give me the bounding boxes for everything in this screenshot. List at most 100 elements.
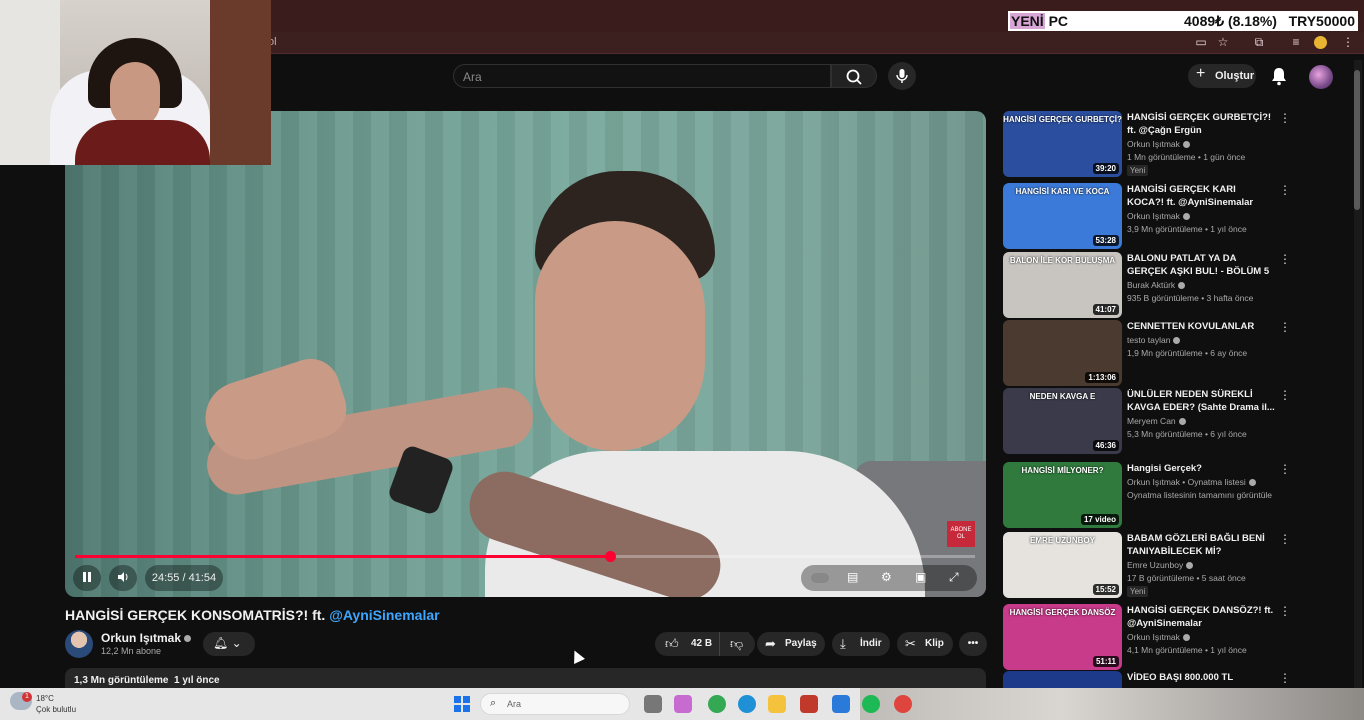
recommendation-channel[interactable]: Meryem Can	[1127, 416, 1186, 426]
reading-list-icon[interactable]: ≡	[1288, 35, 1304, 49]
app-icon[interactable]	[800, 695, 818, 713]
recommendation-title[interactable]: HANGİSİ GERÇEK DANSÖZ?! ft. @AyniSinemal…	[1127, 604, 1275, 630]
recommendation-meta: 1,9 Mn görüntüleme • 6 ay önce	[1127, 348, 1248, 358]
recommendation-title[interactable]: Hangisi Gerçek?	[1127, 462, 1275, 475]
volume-button[interactable]	[109, 565, 137, 591]
recommendation-channel[interactable]: Orkun Işıtmak	[1127, 632, 1190, 642]
recommendation-item[interactable]: HANGİSİ GERÇEK GURBETÇİ? 39:20 HANGİSİ GER…	[1003, 111, 1348, 177]
more-options-icon[interactable]: ⋮	[1279, 671, 1291, 685]
pause-button[interactable]	[73, 565, 101, 591]
mention-link[interactable]: @AyniSinemalar	[329, 607, 439, 623]
bookmark-star-icon[interactable]: ☆	[1215, 35, 1231, 49]
task-view-icon[interactable]	[644, 695, 662, 713]
recommendation-channel[interactable]: Orkun Işıtmak	[1127, 211, 1190, 221]
chat-icon[interactable]	[832, 695, 850, 713]
page-scrollbar[interactable]	[1354, 60, 1362, 690]
recommendation-title[interactable]: VİDEO BAŞI 800.000 TL	[1127, 671, 1275, 684]
recommendation-item[interactable]: BALON İLE KÖR BULUŞMA 41:07 BALONU PATLAT …	[1003, 252, 1348, 318]
download-button[interactable]: ⤓ İndir	[832, 632, 890, 656]
recommendation-channel[interactable]: testo taylan	[1127, 335, 1181, 345]
progress-scrubber[interactable]	[604, 551, 616, 562]
thumbnail[interactable]: HANGİSİ MİLYONER? 17 video	[1003, 462, 1122, 528]
video-player[interactable]: ABONE OL 24:55 / 41:54 ▤ ⚙ ▣ ⤢	[65, 111, 986, 597]
profile-icon[interactable]	[1314, 36, 1327, 49]
notifications-bell-icon[interactable]	[1270, 66, 1288, 86]
more-options-icon[interactable]: ⋮	[1279, 111, 1291, 125]
search-input[interactable]: Ara	[453, 64, 831, 88]
search-button[interactable]	[831, 64, 877, 88]
recommendation-title[interactable]: BABAM GÖZLERİ BAĞLI BENİ TANIYABİLECEK M…	[1127, 532, 1275, 558]
dislike-button[interactable]: 👎︎	[719, 632, 755, 656]
app-icon[interactable]	[674, 695, 692, 713]
recommendation-item[interactable]: 1:13:06 CENNETTEN KOVULANLAR testo taylan 1…	[1003, 320, 1348, 386]
recommendation-title[interactable]: HANGİSİ GERÇEK KARI KOCA?! ft. @AyniSine…	[1127, 183, 1275, 209]
channel-name[interactable]: Orkun Işıtmak	[101, 631, 192, 645]
more-options-icon[interactable]: ⋮	[1279, 604, 1291, 618]
scrollbar-thumb[interactable]	[1354, 70, 1360, 210]
subtitles-icon[interactable]: ▤	[847, 570, 858, 584]
miniplayer-icon[interactable]: ▣	[915, 570, 926, 584]
subscription-bell-button[interactable]: 🔔︎ ⌄	[203, 632, 255, 656]
more-options-icon[interactable]: ⋮	[1279, 532, 1291, 546]
recommendation-item[interactable]: NEDEN KAVGA E 46:36 ÜNLÜLER NEDEN SÜREKLİ …	[1003, 388, 1348, 454]
view-count: 1,3 Mn görüntüleme	[74, 675, 169, 686]
thumbnail[interactable]: 1:13:06	[1003, 320, 1122, 386]
recommendation-channel[interactable]: Emre Uzunboy	[1127, 560, 1194, 570]
duration-badge: 46:36	[1092, 440, 1119, 451]
edge-icon[interactable]	[738, 695, 756, 713]
thumbnail[interactable]: HANGİSİ KARI VE KOCA 53:28	[1003, 183, 1122, 249]
head	[535, 221, 705, 451]
recommendation-item[interactable]: HANGİSİ MİLYONER? 17 video Hangisi Gerçek?…	[1003, 462, 1348, 528]
settings-gear-icon[interactable]: ⚙	[881, 570, 892, 584]
recommendation-title[interactable]: CENNETTEN KOVULANLAR	[1127, 320, 1275, 333]
cast-icon[interactable]: ▭	[1193, 35, 1209, 49]
browser-menu-icon[interactable]: ⋮	[1340, 35, 1356, 49]
progress-bar[interactable]	[75, 551, 975, 562]
recommendation-title[interactable]: BALONU PATLAT YA DA GERÇEK AŞKI BUL! - B…	[1127, 252, 1275, 278]
recommendation-meta: 17 B görüntüleme • 5 saat önce	[1127, 573, 1246, 583]
recommendation-item[interactable]: HANGİSİ KARI VE KOCA 53:28 HANGİSİ GERÇEK …	[1003, 183, 1348, 249]
autoplay-toggle[interactable]	[811, 573, 829, 583]
thumbnail[interactable]: BALON İLE KÖR BULUŞMA 41:07	[1003, 252, 1122, 318]
recommendation-channel[interactable]: Orkun Işıtmak • Oynatma listesi	[1127, 477, 1256, 487]
taskbar-search[interactable]: ⌕ Ara	[480, 693, 630, 715]
more-options-icon[interactable]: ⋮	[1279, 183, 1291, 197]
create-button[interactable]: + Oluştur	[1188, 64, 1256, 88]
channel-avatar[interactable]	[65, 630, 93, 658]
weather-widget[interactable]: 18°C Çok bulutlu	[36, 693, 76, 715]
pause-icon	[83, 572, 91, 582]
fullscreen-icon[interactable]: ⤢	[949, 570, 959, 585]
more-options-icon[interactable]: ⋮	[1279, 388, 1291, 402]
duration-badge: 17 video	[1080, 514, 1119, 525]
notification-badge: 1	[22, 692, 32, 702]
recommendation-item[interactable]: EMRE UZUNBOY 15:52 BABAM GÖZLERİ BAĞLI BEN…	[1003, 532, 1348, 598]
voice-search-button[interactable]	[888, 62, 916, 90]
clip-button[interactable]: ✂ Klip	[897, 632, 953, 656]
more-options-icon[interactable]: ⋮	[1279, 320, 1291, 334]
thumbnail[interactable]: HANGİSİ GERÇEK DANSÖZ 51:11	[1003, 604, 1122, 670]
more-actions-button[interactable]: •••	[959, 632, 987, 656]
windows-start-icon[interactable]	[454, 696, 470, 712]
share-button[interactable]: ➦ Paylaş	[757, 632, 825, 656]
extensions-icon[interactable]: ⧉	[1251, 35, 1267, 50]
account-avatar[interactable]	[1309, 65, 1333, 89]
thumbnail[interactable]: NEDEN KAVGA E 46:36	[1003, 388, 1122, 454]
subscribe-watermark[interactable]: ABONE OL	[947, 521, 975, 547]
recommendation-title[interactable]: ÜNLÜLER NEDEN SÜREKLİ KAVGA EDER? (Sahte…	[1127, 388, 1275, 414]
app-icon[interactable]	[894, 695, 912, 713]
spotify-icon[interactable]	[862, 695, 880, 713]
recommendation-meta: 5,3 Mn görüntüleme • 6 yıl önce	[1127, 429, 1247, 439]
file-explorer-icon[interactable]	[768, 695, 786, 713]
recommendation-channel[interactable]: Orkun Işıtmak	[1127, 139, 1190, 149]
more-options-icon[interactable]: ⋮	[1279, 252, 1291, 266]
thumbnail[interactable]: EMRE UZUNBOY 15:52	[1003, 532, 1122, 598]
recommendation-channel[interactable]: Burak Aktürk	[1127, 280, 1186, 290]
chevron-down-icon: ⌄	[231, 636, 242, 650]
thumbnail[interactable]: HANGİSİ GERÇEK GURBETÇİ? 39:20	[1003, 111, 1122, 177]
chrome-icon[interactable]	[708, 695, 726, 713]
recommendation-item[interactable]: HANGİSİ GERÇEK DANSÖZ 51:11 HANGİSİ GERÇEK…	[1003, 604, 1348, 670]
recommendation-title[interactable]: HANGİSİ GERÇEK GURBETÇİ?! ft. @Çağn Ergü…	[1127, 111, 1275, 137]
more-options-icon[interactable]: ⋮	[1279, 462, 1291, 476]
thumbnail-text: HANGİSİ MİLYONER?	[1021, 466, 1104, 475]
new-badge: Yeni	[1127, 165, 1149, 176]
